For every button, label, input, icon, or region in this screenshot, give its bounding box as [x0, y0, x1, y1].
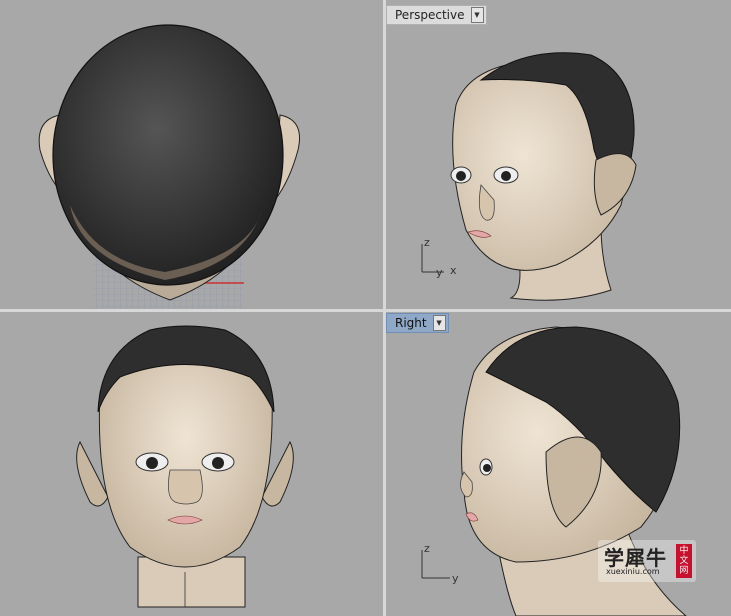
axis-y-label: y	[452, 572, 459, 585]
ear	[593, 153, 637, 216]
chevron-down-icon[interactable]: ▼	[432, 315, 446, 331]
top-view-render	[38, 24, 300, 309]
head-hair-top	[52, 24, 284, 286]
badge-char: 网	[679, 566, 689, 576]
badge-char: 中	[679, 546, 689, 556]
pupil	[483, 464, 491, 472]
watermark-logo: 学犀牛 xuexiniu.com 中 文 网	[598, 540, 696, 582]
axis-y-label: y	[436, 266, 443, 279]
badge-char: 文	[679, 556, 689, 566]
axis-z-label: z	[424, 236, 430, 249]
viewport-divider-vertical[interactable]	[383, 0, 386, 616]
viewport-divider-horizontal[interactable]	[0, 309, 731, 312]
viewport-tab-label: Right	[395, 316, 427, 330]
nose	[167, 469, 203, 505]
watermark-badge: 中 文 网	[676, 544, 692, 578]
viewport-tab-perspective[interactable]: Perspective ▼	[386, 5, 487, 25]
left-pupil	[456, 171, 466, 181]
right-pupil	[212, 457, 224, 469]
axis-x-label: x	[450, 264, 457, 277]
left-pupil	[146, 457, 158, 469]
right-pupil	[501, 171, 511, 181]
viewport-top[interactable]	[0, 0, 383, 309]
watermark-url: xuexiniu.com	[606, 567, 660, 576]
viewport-tab-label: Perspective	[395, 8, 465, 22]
chevron-down-icon[interactable]: ▼	[470, 7, 484, 23]
front-view-render	[76, 325, 294, 608]
viewport-perspective[interactable]: z y x Perspective ▼	[386, 0, 731, 309]
axis-z-label: z	[424, 542, 430, 555]
viewport-tab-right[interactable]: Right ▼	[386, 313, 449, 333]
perspective-view-render: z y x	[421, 52, 637, 301]
viewport-front[interactable]	[0, 312, 383, 616]
